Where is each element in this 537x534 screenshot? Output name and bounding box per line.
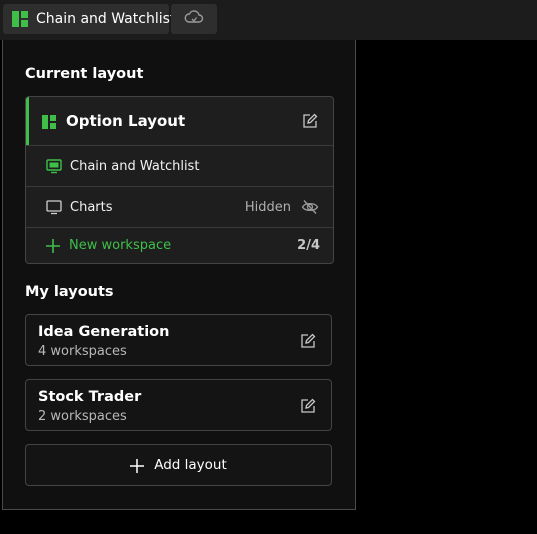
tab-label: Chain and Watchlist — [36, 11, 176, 27]
current-layout-box: Option Layout Chain and Watchlist Charts… — [25, 96, 334, 264]
workspace-item-charts[interactable]: Charts Hidden — [26, 186, 333, 227]
my-layouts-heading: My layouts — [25, 284, 114, 300]
edit-icon[interactable] — [299, 332, 317, 350]
workspace-label: Charts — [70, 199, 113, 215]
new-workspace-button[interactable]: New workspace 2/4 — [26, 227, 333, 262]
workspace-item-chain-and-watchlist[interactable]: Chain and Watchlist — [26, 145, 333, 186]
layout-name: Idea Generation — [38, 324, 170, 340]
cloud-sync-icon — [184, 9, 204, 29]
cloud-sync-button[interactable] — [171, 4, 217, 34]
layout-card-idea-generation[interactable]: Idea Generation 4 workspaces — [25, 314, 332, 366]
workspace-label: Chain and Watchlist — [70, 158, 200, 174]
plus-icon — [46, 238, 60, 253]
layout-grid-icon — [12, 11, 28, 27]
layout-grid-icon — [42, 114, 56, 129]
monitor-active-icon — [46, 158, 62, 174]
plus-icon — [130, 458, 145, 473]
layouts-panel: Current layout Option Layout Chain and W… — [2, 40, 356, 510]
add-layout-label: Add layout — [154, 457, 227, 473]
new-workspace-label: New workspace — [69, 237, 172, 253]
layout-card-stock-trader[interactable]: Stock Trader 2 workspaces — [25, 379, 332, 431]
top-tab-bar: Chain and Watchlist — [0, 0, 537, 40]
workspace-count: 2/4 — [297, 237, 320, 253]
layout-workspace-count: 4 workspaces — [38, 344, 127, 359]
current-layout-header[interactable]: Option Layout — [26, 97, 333, 145]
monitor-icon — [46, 199, 62, 215]
edit-icon[interactable] — [299, 397, 317, 415]
add-layout-button[interactable]: Add layout — [25, 444, 332, 486]
hidden-status: Hidden — [244, 199, 291, 215]
current-layout-heading: Current layout — [25, 66, 144, 82]
tab-chain-and-watchlist[interactable]: Chain and Watchlist — [3, 4, 175, 34]
edit-icon[interactable] — [301, 112, 319, 130]
layout-name: Stock Trader — [38, 389, 142, 405]
eye-off-icon[interactable] — [301, 198, 319, 216]
layout-workspace-count: 2 workspaces — [38, 409, 127, 424]
current-layout-name: Option Layout — [66, 112, 186, 130]
